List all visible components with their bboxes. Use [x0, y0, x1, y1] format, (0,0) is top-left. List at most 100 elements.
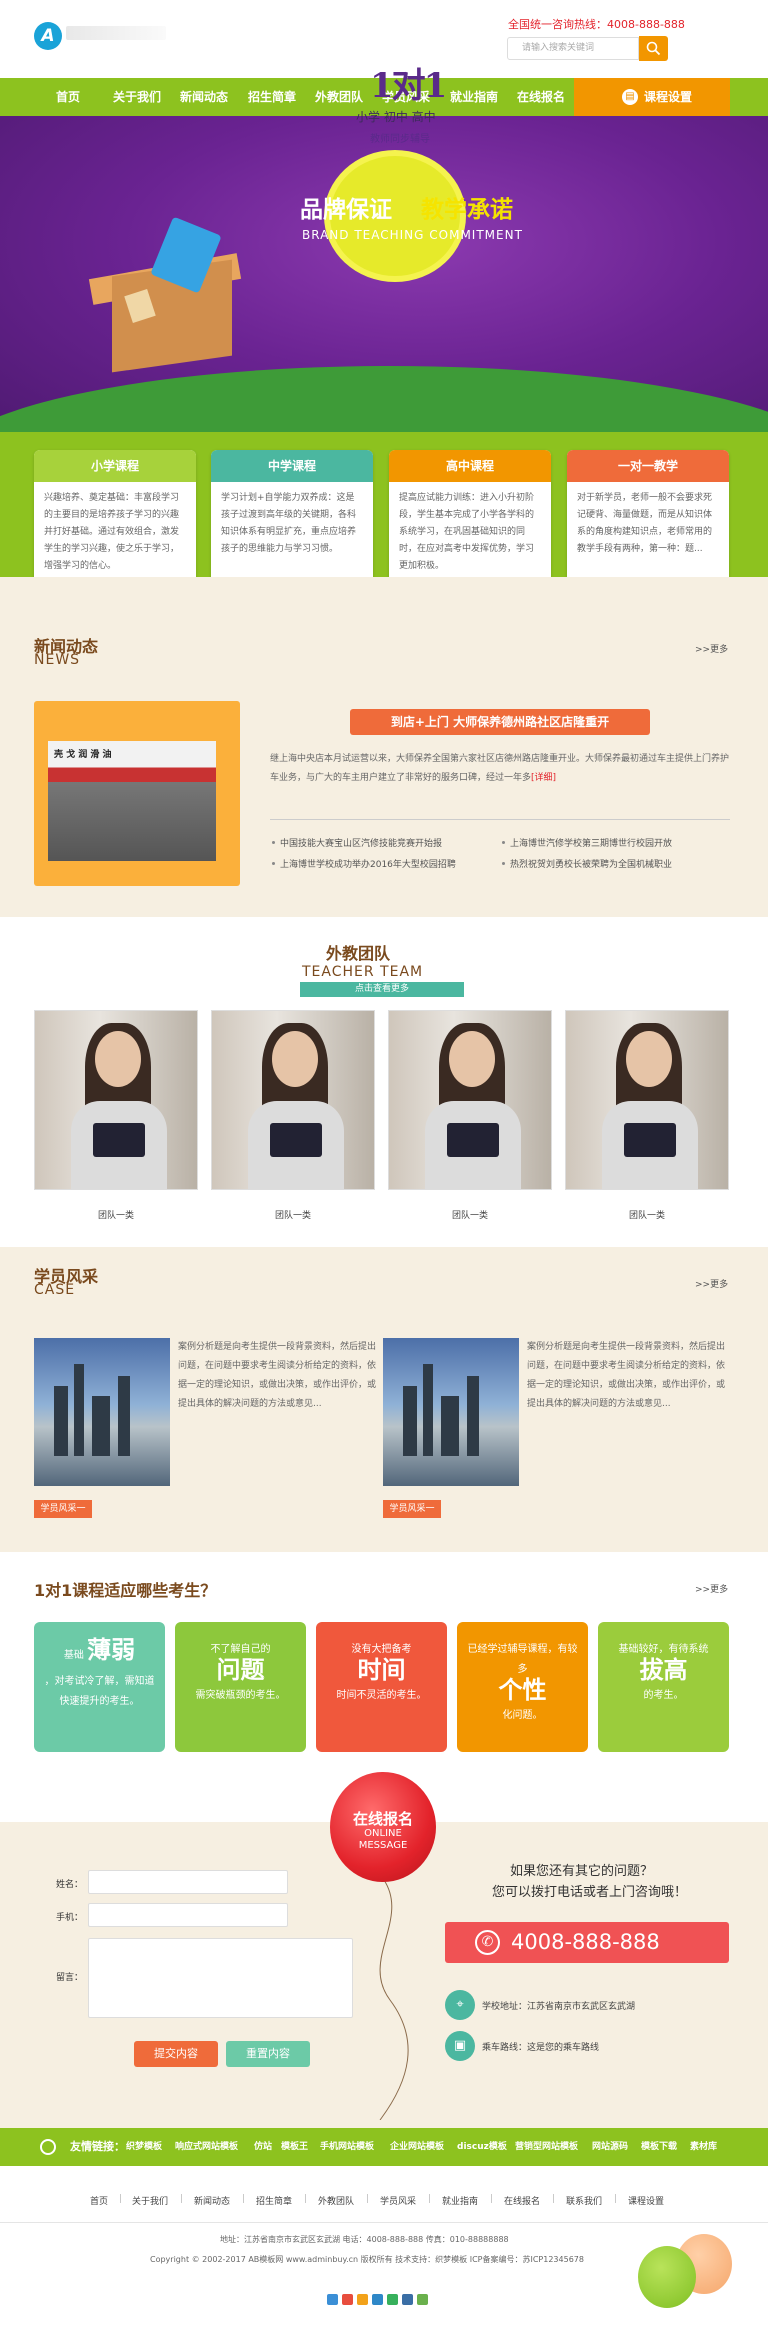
news-headline[interactable]: 到店+上门 大师保养德州路社区店隆重开 — [350, 709, 650, 735]
share-tencent-icon[interactable] — [372, 2294, 383, 2305]
fit-card[interactable]: 已经学过辅导课程，有较多 个性 化问题。 — [457, 1622, 588, 1752]
balloon-subtitle-1: ONLINE — [364, 1828, 402, 1839]
footer-nav-item[interactable]: 课程设置 — [628, 2194, 664, 2207]
teacher-card[interactable] — [211, 1010, 375, 1190]
teachers-more-bar[interactable]: 点击查看更多 — [300, 982, 464, 997]
fit-card[interactable]: 没有大把备考 时间 时间不灵活的考生。 — [316, 1622, 447, 1752]
footer-nav-item[interactable]: 外教团队 — [318, 2194, 354, 2207]
footer-nav-item[interactable]: 首页 — [90, 2194, 108, 2207]
message-field[interactable] — [88, 1938, 353, 2018]
news-list-item[interactable]: 上海博世学校成功举办2016年大型校园招聘 — [272, 857, 456, 870]
friend-link[interactable]: 织梦模板 — [126, 2128, 162, 2166]
nav-item-about[interactable]: 关于我们 — [113, 78, 161, 116]
nav-item-course-settings[interactable]: ▤ 课程设置 — [574, 78, 730, 116]
fit-more-link[interactable]: >>更多 — [695, 1582, 728, 1595]
footer-nav-item[interactable]: 联系我们 — [566, 2194, 602, 2207]
footer-nav-item[interactable]: 关于我们 — [132, 2194, 168, 2207]
nav-item-news[interactable]: 新闻动态 — [180, 78, 228, 116]
teacher-card[interactable] — [34, 1010, 198, 1190]
fit-card-post: 的考生。 — [643, 1690, 684, 1701]
reset-button[interactable]: 重置内容 — [226, 2041, 310, 2067]
name-field[interactable] — [88, 1870, 288, 1894]
fit-card[interactable]: 基础较好，有待系统 拔高 的考生。 — [598, 1622, 729, 1752]
fit-card-keyword: 时间 — [357, 1655, 406, 1684]
share-more-icon[interactable] — [417, 2294, 428, 2305]
news-subtitle: NEWS — [34, 652, 81, 668]
teacher-photo-book — [270, 1123, 322, 1157]
friend-link[interactable]: 素材库 — [690, 2128, 717, 2166]
nav-item-home[interactable]: 首页 — [56, 78, 80, 116]
building-shape — [92, 1396, 110, 1456]
friend-link[interactable]: 仿站 — [254, 2128, 272, 2166]
teacher-card[interactable] — [388, 1010, 552, 1190]
friend-link[interactable]: 模板下载 — [641, 2128, 677, 2166]
site-logo[interactable]: A — [34, 22, 62, 50]
case-button[interactable]: 学员风采一 — [34, 1500, 92, 1518]
footer-separator: | — [614, 2194, 618, 2204]
friend-link[interactable]: 网站源码 — [592, 2128, 628, 2166]
friend-link[interactable]: discuz模板 — [457, 2128, 507, 2166]
news-list-item[interactable]: 中国技能大赛宝山区汽修技能竞赛开始报 — [271, 836, 442, 849]
teacher-name[interactable]: 团队一类 — [211, 1208, 375, 1221]
share-qzone-icon[interactable] — [327, 2294, 338, 2305]
friend-link[interactable]: 响应式网站模板 — [175, 2128, 238, 2166]
footer-separator: | — [119, 2194, 123, 2204]
phone-field[interactable] — [88, 1903, 288, 1927]
share-qq-icon[interactable] — [357, 2294, 368, 2305]
fit-card[interactable]: 不了解自己的 问题 需突破瓶颈的考生。 — [175, 1622, 306, 1752]
footer-separator: | — [366, 2194, 370, 2204]
news-featured-image[interactable]: 壳 戈 润 滑 油 — [34, 701, 240, 886]
case-image[interactable] — [383, 1338, 519, 1486]
case-text: 案例分析题是向考生提供一段背景资料，然后提出问题，在问题中要求考生阅读分析给定的… — [178, 1342, 377, 1409]
share-renren-icon[interactable] — [402, 2294, 413, 2305]
footer-nav-item[interactable]: 招生简章 — [256, 2194, 292, 2207]
hero-banner[interactable] — [0, 116, 768, 432]
search-button[interactable] — [639, 36, 668, 61]
footer-nav-item[interactable]: 在线报名 — [504, 2194, 540, 2207]
phone-button[interactable]: ✆ 4008-888-888 — [445, 1922, 729, 1963]
news-more-link[interactable]: >>更多 — [695, 642, 728, 655]
nav-item-admissions[interactable]: 招生简章 — [248, 78, 296, 116]
teacher-photo-face — [449, 1031, 495, 1087]
course-settings-label: 课程设置 — [644, 90, 693, 104]
footer-separator: | — [242, 2194, 246, 2204]
teacher-photo-face — [626, 1031, 672, 1087]
case-button[interactable]: 学员风采一 — [383, 1500, 441, 1518]
fit-card-keyword: 薄弱 — [87, 1635, 136, 1664]
friend-link[interactable]: 模板王 — [281, 2128, 308, 2166]
news-summary: 继上海中央店本月试运营以来，大师保养全国第六家社区店德州路店隆重开业。大师保养最… — [270, 750, 730, 788]
nav-item-careers[interactable]: 就业指南 — [450, 78, 498, 116]
balloon-subtitle-2: MESSAGE — [358, 1840, 408, 1851]
news-detail-link[interactable]: [详细] — [531, 773, 556, 783]
banner-badge-sub: 教师同步辅导 — [370, 134, 430, 145]
share-wechat-icon[interactable] — [387, 2294, 398, 2305]
news-list-item[interactable]: 热烈祝贺刘勇校长被荣聘为全国机械职业 — [501, 857, 672, 870]
teacher-name[interactable]: 团队一类 — [34, 1208, 198, 1221]
share-weibo-icon[interactable] — [342, 2294, 353, 2305]
friend-link[interactable]: 营销型网站模板 — [515, 2128, 578, 2166]
news-list-item[interactable]: 上海博世汽修学校第三期博世行校园开放 — [501, 836, 672, 849]
submit-button[interactable]: 提交内容 — [134, 2041, 218, 2067]
banner-hill — [0, 366, 768, 432]
fit-card[interactable]: 基础 薄弱 ，对考试冷了解，需知道快速提升的考生。 — [34, 1622, 165, 1752]
footer-nav-item[interactable]: 新闻动态 — [194, 2194, 230, 2207]
case-image[interactable] — [34, 1338, 170, 1486]
banner-slogan-en: BRAND TEACHING COMMITMENT — [302, 228, 523, 242]
teacher-name[interactable]: 团队一类 — [565, 1208, 729, 1221]
fit-title: 1对1课程适应哪些考生？ — [34, 1581, 217, 1600]
teacher-card[interactable] — [565, 1010, 729, 1190]
footer-separator: | — [304, 2194, 308, 2204]
search-input[interactable]: 请输入搜索关键词 — [507, 37, 639, 60]
cases-more-link[interactable]: >>更多 — [695, 1277, 728, 1290]
teacher-photo-face — [272, 1031, 318, 1087]
teacher-name[interactable]: 团队一类 — [388, 1208, 552, 1221]
building-shape — [54, 1386, 68, 1456]
footer-nav-item[interactable]: 就业指南 — [442, 2194, 478, 2207]
friend-link[interactable]: 手机网站模板 — [320, 2128, 374, 2166]
nav-item-enroll[interactable]: 在线报名 — [517, 78, 565, 116]
footer-nav-item[interactable]: 学员风采 — [380, 2194, 416, 2207]
fit-card-post: 时间不灵活的考生。 — [336, 1690, 427, 1701]
enroll-balloon: 在线报名 ONLINE MESSAGE — [330, 1772, 436, 1882]
friend-link[interactable]: 企业网站模板 — [390, 2128, 444, 2166]
location-icon: ⌖ — [445, 1990, 475, 2020]
